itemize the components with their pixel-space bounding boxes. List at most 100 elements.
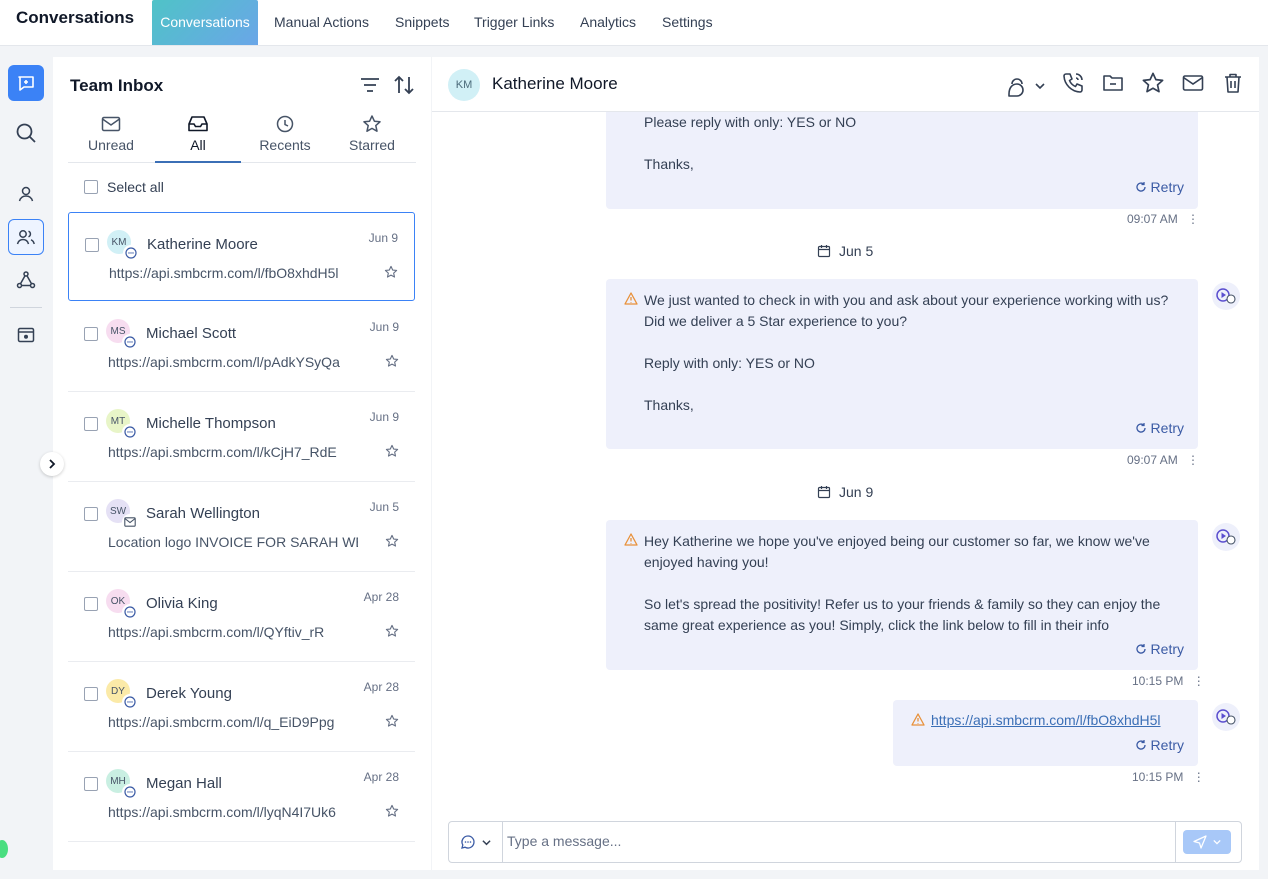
message-preview: https://api.smbcrm.com/l/lyqN4I7Uk6 <box>108 804 336 820</box>
star-icon[interactable] <box>385 714 399 733</box>
phone-icon[interactable] <box>1061 71 1085 100</box>
retry-button[interactable]: Retry <box>1135 641 1184 657</box>
conversation-date: Apr 28 <box>363 680 399 694</box>
message-status-icon <box>1212 282 1240 310</box>
tab-snippets[interactable]: Snippets <box>395 0 449 45</box>
conversation-date: Jun 5 <box>369 500 399 514</box>
row-checkbox[interactable] <box>84 597 98 611</box>
sort-icon[interactable] <box>393 74 415 101</box>
star-icon[interactable] <box>385 534 399 553</box>
row-checkbox[interactable] <box>85 238 99 252</box>
conversation-row[interactable]: KM Katherine Moore Jun 9 https://api.smb… <box>68 212 415 301</box>
row-checkbox[interactable] <box>84 417 98 431</box>
conversations-icon[interactable] <box>8 65 44 101</box>
chat-channel-icon <box>123 245 139 261</box>
avatar: DY <box>106 679 138 710</box>
preview-icon[interactable] <box>8 317 44 353</box>
conversation-row[interactable]: DY Derek Young Apr 28 https://api.smbcrm… <box>68 662 415 752</box>
tab-unread[interactable]: Unread <box>68 113 154 163</box>
retry-button[interactable]: Retry <box>1135 420 1184 436</box>
conversation-date: Jun 9 <box>369 320 399 334</box>
avatar-initials: MS <box>110 325 126 337</box>
message-preview: https://api.smbcrm.com/l/fbO8xhdH5l <box>109 265 339 281</box>
filter-icon[interactable] <box>359 74 381 101</box>
tab-all-label: All <box>190 137 206 153</box>
star-icon[interactable] <box>1141 71 1165 100</box>
tab-conversations[interactable]: Conversations <box>152 0 258 45</box>
chat-panel: KM Katherine Moore Please reply with onl… <box>432 57 1259 870</box>
star-icon[interactable] <box>385 624 399 643</box>
composer-divider <box>1175 822 1176 862</box>
tab-starred-label: Starred <box>349 137 395 153</box>
mail-icon[interactable] <box>1181 71 1205 100</box>
row-checkbox[interactable] <box>84 777 98 791</box>
contact-name: Michelle Thompson <box>146 415 276 432</box>
tab-manual-actions[interactable]: Manual Actions <box>274 0 369 45</box>
star-icon[interactable] <box>384 265 398 284</box>
star-icon <box>329 113 415 135</box>
star-icon[interactable] <box>385 804 399 823</box>
conversation-row[interactable]: OK Olivia King Apr 28 https://api.smbcrm… <box>68 572 415 662</box>
channel-selector[interactable] <box>449 822 503 862</box>
conversation-date: Apr 28 <box>363 770 399 784</box>
chat-channel-icon <box>122 424 138 440</box>
contact-icon[interactable] <box>8 176 44 212</box>
team-icon[interactable] <box>8 219 44 255</box>
message-input[interactable]: Type a message... <box>507 833 621 849</box>
conversation-date: Jun 9 <box>369 410 399 424</box>
conversation-row[interactable]: SW Sarah Wellington Jun 5 Location logo … <box>68 482 415 572</box>
select-all[interactable]: Select all <box>84 179 164 195</box>
message-status-icon <box>1212 523 1240 551</box>
date-separator: Jun 5 <box>817 243 873 259</box>
message-line: We just wanted to check in with you and … <box>644 292 1169 329</box>
chat-contact-name[interactable]: Katherine Moore <box>492 74 618 94</box>
warning-icon <box>624 533 638 549</box>
select-all-checkbox[interactable] <box>84 180 98 194</box>
retry-button[interactable]: Retry <box>1135 737 1184 753</box>
workflow-icon[interactable] <box>8 262 44 298</box>
inbox-icon <box>68 113 154 135</box>
row-checkbox[interactable] <box>84 327 98 341</box>
message-time: 09:07 AM ⋮ <box>1127 453 1200 467</box>
chevron-down-icon <box>482 839 491 845</box>
tab-starred[interactable]: Starred <box>329 113 415 163</box>
contact-name: Olivia King <box>146 595 218 612</box>
avatar: KM <box>448 69 480 101</box>
tray-icon <box>155 113 241 135</box>
contact-name: Katherine Moore <box>147 236 258 253</box>
message-line: Please reply with only: YES or NO <box>644 114 857 130</box>
star-icon[interactable] <box>385 354 399 373</box>
conversation-row[interactable]: MT Michelle Thompson Jun 9 https://api.s… <box>68 392 415 482</box>
conversation-date: Jun 9 <box>368 231 398 245</box>
avatar: KM <box>107 230 139 261</box>
retry-icon <box>1135 644 1146 654</box>
avatar: MT <box>106 409 138 440</box>
support-agent-icon[interactable] <box>1005 74 1045 98</box>
conversation-date: Apr 28 <box>363 590 399 604</box>
conversation-row[interactable]: MS Michael Scott Jun 9 https://api.smbcr… <box>68 302 415 392</box>
message-link[interactable]: https://api.smbcrm.com/l/fbO8xhdH5l <box>931 710 1187 731</box>
retry-icon <box>1135 740 1146 750</box>
message-line: Thanks, <box>644 397 694 413</box>
tab-all[interactable]: All <box>155 113 241 163</box>
contact-name: Michael Scott <box>146 325 237 342</box>
star-icon[interactable] <box>385 444 399 463</box>
expand-sidebar-button[interactable] <box>40 452 64 476</box>
tab-unread-label: Unread <box>88 137 134 153</box>
search-icon[interactable] <box>8 115 44 151</box>
tab-trigger-links[interactable]: Trigger Links <box>474 0 554 45</box>
trash-icon[interactable] <box>1221 71 1245 100</box>
tab-analytics[interactable]: Analytics <box>580 0 636 45</box>
retry-button[interactable]: Retry <box>1135 179 1184 195</box>
avatar-initials: MT <box>110 415 126 427</box>
folder-icon[interactable] <box>1101 71 1125 100</box>
tab-settings[interactable]: Settings <box>662 0 713 45</box>
send-button[interactable] <box>1183 830 1231 854</box>
row-checkbox[interactable] <box>84 687 98 701</box>
retry-label: Retry <box>1150 737 1184 753</box>
tab-recents[interactable]: Recents <box>242 113 328 163</box>
inbox-tools <box>359 74 415 101</box>
conversation-row[interactable]: MH Megan Hall Apr 28 https://api.smbcrm.… <box>68 752 415 842</box>
row-checkbox[interactable] <box>84 507 98 521</box>
inbox-title: Team Inbox <box>70 76 164 95</box>
